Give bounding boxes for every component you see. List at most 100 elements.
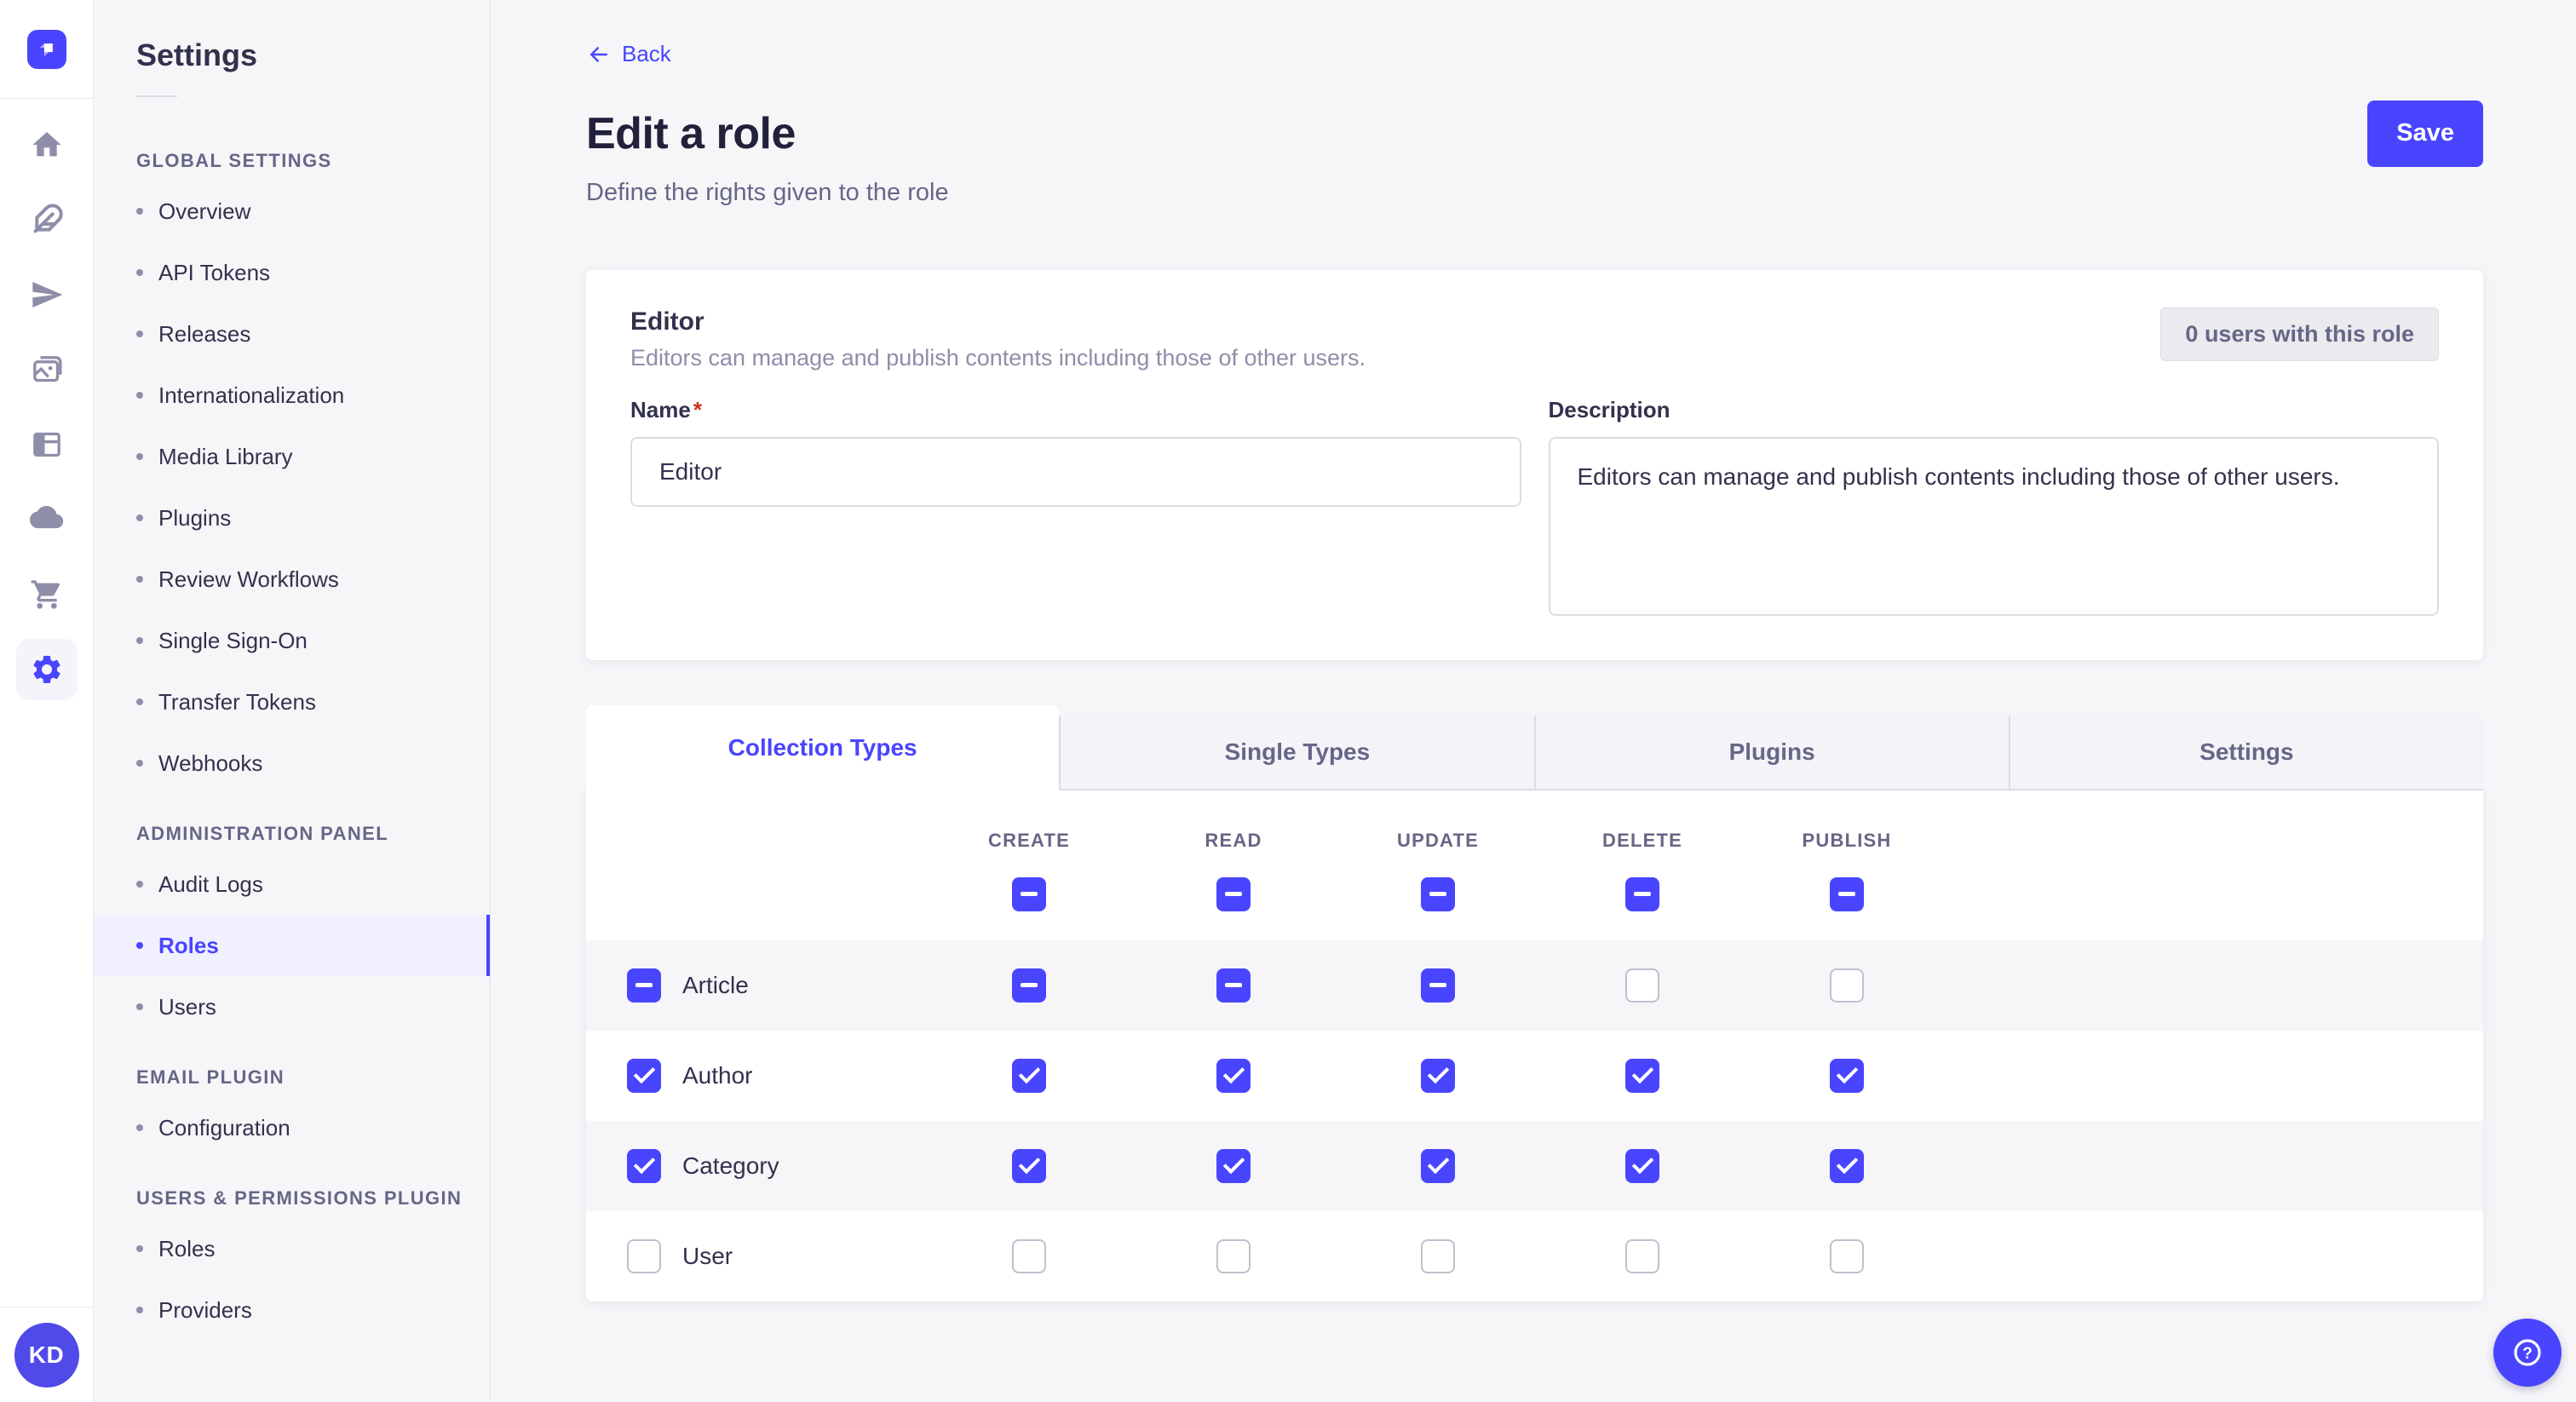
permissions-panel: CREATE READ UPDATE DELETE PUBLISH Articl: [586, 790, 2483, 1301]
sidebar-item-review-workflows[interactable]: Review Workflows: [94, 549, 490, 610]
strapi-logo-icon: [34, 37, 60, 62]
checkbox-category-read[interactable]: [1216, 1149, 1251, 1183]
page-subtitle: Define the rights given to the role: [586, 179, 2483, 207]
permissions-header: CREATE READ UPDATE DELETE PUBLISH: [586, 790, 2483, 940]
users-with-role-badge: 0 users with this role: [2160, 307, 2439, 361]
rail-bottom: KD: [0, 1307, 93, 1402]
section-global-settings: GLOBAL SETTINGS Overview API Tokens Rele…: [94, 150, 490, 794]
bullet-icon: [136, 514, 143, 521]
subnav-divider: [136, 95, 177, 97]
checkbox-row-category[interactable]: [627, 1149, 661, 1183]
checkbox-all-delete[interactable]: [1625, 877, 1659, 911]
checkbox-category-create[interactable]: [1012, 1149, 1046, 1183]
checkbox-article-create[interactable]: [1012, 968, 1046, 1003]
permissions-tabs: Collection Types Single Types Plugins Se…: [586, 705, 2483, 790]
checkbox-user-read[interactable]: [1216, 1239, 1251, 1273]
svg-text:?: ?: [2522, 1345, 2533, 1363]
checkbox-author-update[interactable]: [1421, 1059, 1455, 1093]
send-icon[interactable]: [16, 264, 78, 325]
checkbox-category-update[interactable]: [1421, 1149, 1455, 1183]
sidebar-item-configuration[interactable]: Configuration: [94, 1097, 490, 1158]
bullet-icon: [136, 698, 143, 705]
checkbox-author-delete[interactable]: [1625, 1059, 1659, 1093]
sidebar-item-audit-logs[interactable]: Audit Logs: [94, 853, 490, 915]
checkbox-article-update[interactable]: [1421, 968, 1455, 1003]
checkbox-user-create[interactable]: [1012, 1239, 1046, 1273]
sidebar-item-webhooks[interactable]: Webhooks: [94, 733, 490, 794]
checkbox-author-publish[interactable]: [1830, 1059, 1864, 1093]
bullet-icon: [136, 1003, 143, 1010]
checkbox-user-publish[interactable]: [1830, 1239, 1864, 1273]
sidebar-item-media-library[interactable]: Media Library: [94, 426, 490, 487]
checkbox-article-publish[interactable]: [1830, 968, 1864, 1003]
page-title: Edit a role: [586, 108, 796, 159]
gear-icon[interactable]: [16, 639, 78, 700]
sidebar-item-providers[interactable]: Providers: [94, 1279, 490, 1341]
sidebar-item-releases[interactable]: Releases: [94, 303, 490, 365]
sidebar-item-plugins[interactable]: Plugins: [94, 487, 490, 549]
bullet-icon: [136, 942, 143, 949]
checkbox-author-create[interactable]: [1012, 1059, 1046, 1093]
feather-icon[interactable]: [16, 189, 78, 250]
tab-settings[interactable]: Settings: [2009, 715, 2483, 790]
section-email-plugin: EMAIL PLUGIN Configuration: [94, 1066, 490, 1158]
strapi-logo[interactable]: [27, 30, 66, 69]
sidebar-item-roles-up[interactable]: Roles: [94, 1218, 490, 1279]
checkbox-all-publish[interactable]: [1830, 877, 1864, 911]
column-header-publish: PUBLISH: [1745, 830, 1949, 852]
rail-nav: [16, 114, 78, 700]
sidebar-item-roles-admin[interactable]: Roles: [94, 915, 490, 976]
role-info-card: Editor Editors can manage and publish co…: [586, 270, 2483, 660]
sidebar-item-internationalization[interactable]: Internationalization: [94, 365, 490, 426]
avatar[interactable]: KD: [14, 1323, 79, 1388]
bullet-icon: [136, 1124, 143, 1131]
checkbox-article-delete[interactable]: [1625, 968, 1659, 1003]
checkbox-category-publish[interactable]: [1830, 1149, 1864, 1183]
icon-rail: KD: [0, 0, 94, 1402]
checkbox-all-read[interactable]: [1216, 877, 1251, 911]
checkbox-category-delete[interactable]: [1625, 1149, 1659, 1183]
help-button[interactable]: ?: [2493, 1319, 2562, 1387]
column-header-update: UPDATE: [1336, 830, 1540, 852]
column-header-create: CREATE: [927, 830, 1131, 852]
section-label: ADMINISTRATION PANEL: [136, 823, 490, 845]
cloud-icon[interactable]: [16, 489, 78, 550]
checkbox-row-article[interactable]: [627, 968, 661, 1003]
sidebar-item-api-tokens[interactable]: API Tokens: [94, 242, 490, 303]
section-administration-panel: ADMINISTRATION PANEL Audit Logs Roles Us…: [94, 823, 490, 1037]
tab-single-types[interactable]: Single Types: [1059, 715, 1533, 790]
cart-icon[interactable]: [16, 564, 78, 625]
checkbox-article-read[interactable]: [1216, 968, 1251, 1003]
help-icon: ?: [2509, 1334, 2546, 1371]
sidebar-item-users[interactable]: Users: [94, 976, 490, 1037]
media-icon[interactable]: [16, 339, 78, 400]
sidebar-item-overview[interactable]: Overview: [94, 181, 490, 242]
section-label: GLOBAL SETTINGS: [136, 150, 490, 172]
sidebar-item-transfer-tokens[interactable]: Transfer Tokens: [94, 671, 490, 733]
checkbox-author-read[interactable]: [1216, 1059, 1251, 1093]
checkbox-all-create[interactable]: [1012, 877, 1046, 911]
sidebar-item-single-sign-on[interactable]: Single Sign-On: [94, 610, 490, 671]
bullet-icon: [136, 1307, 143, 1313]
role-description-textarea[interactable]: Editors can manage and publish contents …: [1549, 437, 2440, 616]
layout-icon[interactable]: [16, 414, 78, 475]
tab-collection-types[interactable]: Collection Types: [586, 705, 1059, 790]
description-label: Description: [1549, 397, 2440, 423]
role-title: Editor: [630, 307, 1366, 336]
tab-plugins[interactable]: Plugins: [1534, 715, 2009, 790]
checkbox-row-user[interactable]: [627, 1239, 661, 1273]
save-button[interactable]: Save: [2367, 101, 2483, 167]
role-name-input[interactable]: [630, 437, 1521, 507]
table-row-user: User: [586, 1211, 2483, 1301]
row-label: Category: [682, 1152, 779, 1180]
back-link[interactable]: Back: [586, 41, 671, 67]
checkbox-user-update[interactable]: [1421, 1239, 1455, 1273]
checkbox-user-delete[interactable]: [1625, 1239, 1659, 1273]
section-users-permissions-plugin: USERS & PERMISSIONS PLUGIN Roles Provide…: [94, 1187, 490, 1341]
bullet-icon: [136, 208, 143, 215]
home-icon[interactable]: [16, 114, 78, 175]
checkbox-all-update[interactable]: [1421, 877, 1455, 911]
checkbox-row-author[interactable]: [627, 1059, 661, 1093]
role-subtitle: Editors can manage and publish contents …: [630, 345, 1366, 371]
row-label: Article: [682, 972, 749, 999]
